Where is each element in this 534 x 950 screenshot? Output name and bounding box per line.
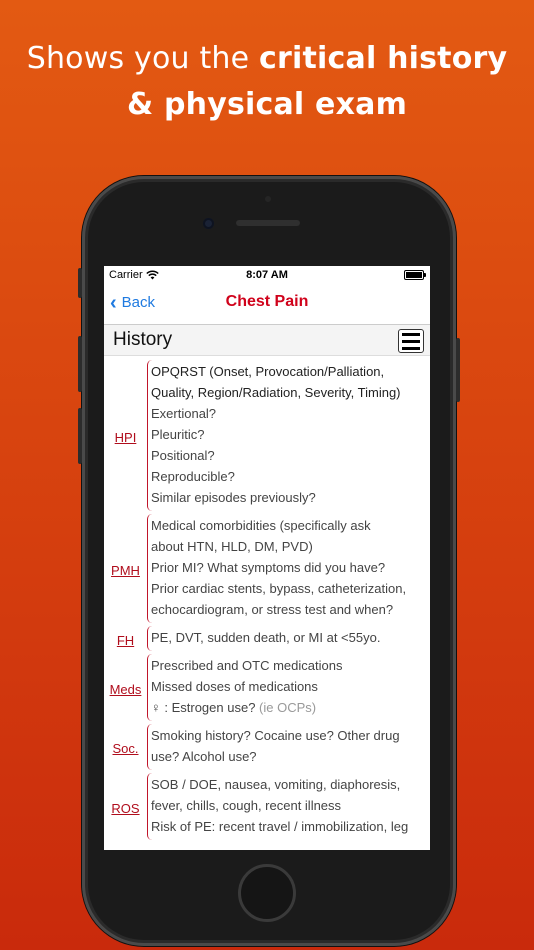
headline-regular-text: Shows you the — [26, 41, 260, 76]
category-content: OPQRST (Onset, Provocation/Palliation, Q… — [147, 360, 403, 511]
content-line: Similar episodes previously? — [151, 490, 316, 505]
promo-headline: Shows you the critical history & physica… — [0, 36, 534, 128]
content-line: Medical comorbidities (specifically ask — [151, 518, 371, 533]
status-time: 8:07 AM — [246, 269, 288, 281]
category-link-soc[interactable]: Soc. — [112, 741, 138, 756]
menu-bar-icon — [402, 346, 420, 350]
content-line: Smoking history? Cocaine use? Other drug — [151, 728, 400, 743]
content-line: Quality, Region/Radiation, Severity, Tim… — [151, 385, 401, 400]
list-item: HPI OPQRST (Onset, Provocation/Palliatio… — [104, 360, 430, 514]
front-camera — [203, 218, 214, 229]
content-line: Pleuritic? — [151, 427, 205, 442]
list-item: Meds Prescribed and OTC medications Miss… — [104, 654, 430, 724]
content-line: Prior MI? What symptoms did you have? — [151, 560, 386, 575]
content-line: Missed doses of medications — [151, 679, 318, 694]
category-content: Prescribed and OTC medications Missed do… — [147, 654, 344, 721]
content-line: OPQRST (Onset, Provocation/Palliation, — [151, 364, 385, 379]
volume-up-button — [78, 336, 82, 392]
content-line: Prior cardiac stents, bypass, catheteriz… — [151, 581, 407, 596]
power-button — [456, 338, 460, 402]
hamburger-menu-button[interactable] — [398, 329, 424, 353]
earpiece-speaker — [236, 220, 300, 226]
history-list: HPI OPQRST (Onset, Provocation/Palliatio… — [104, 356, 430, 843]
list-item: FH PE, DVT, sudden death, or MI at <55yo… — [104, 626, 430, 654]
navigation-bar: ‹ Back Chest Pain — [104, 284, 430, 325]
category-content: Medical comorbidities (specifically ask … — [147, 514, 408, 623]
battery-icon — [404, 270, 426, 280]
estrogen-text: : Estrogen use? — [160, 700, 260, 715]
category-link-meds[interactable]: Meds — [110, 682, 142, 697]
category-link-ros[interactable]: ROS — [111, 801, 139, 816]
section-title: History — [113, 329, 173, 350]
proximity-sensor — [265, 196, 271, 202]
page-title: Chest Pain — [225, 293, 309, 310]
category-cell: HPI — [104, 360, 147, 514]
category-link-pmh[interactable]: PMH — [111, 563, 140, 578]
list-item: Soc. Smoking history? Cocaine use? Other… — [104, 724, 430, 773]
content-line: echocardiogram, or stress test and when? — [151, 602, 394, 617]
content-line: Prescribed and OTC medications — [151, 658, 343, 673]
category-cell: Soc. — [104, 724, 147, 773]
content-line: Positional? — [151, 448, 215, 463]
list-item: PMH Medical comorbidities (specifically … — [104, 514, 430, 626]
category-content: Smoking history? Cocaine use? Other drug… — [147, 724, 402, 770]
female-symbol-icon: ♀ — [151, 700, 161, 715]
category-link-hpi[interactable]: HPI — [115, 430, 137, 445]
menu-bar-icon — [402, 339, 420, 343]
category-link-fh[interactable]: FH — [117, 633, 134, 648]
app-screen: Carrier 8:07 AM ‹ Back Chest Pain Histor… — [104, 266, 430, 850]
list-item: ROS SOB / DOE, nausea, vomiting, diaphor… — [104, 773, 430, 843]
category-content: SOB / DOE, nausea, vomiting, diaphoresis… — [147, 773, 410, 840]
volume-down-button — [78, 408, 82, 464]
status-bar: Carrier 8:07 AM — [104, 266, 430, 284]
category-cell: PMH — [104, 514, 147, 626]
estrogen-note: (ie OCPs) — [259, 700, 317, 715]
content-line: Reproducible? — [151, 469, 235, 484]
content-line: about HTN, HLD, DM, PVD) — [151, 539, 313, 554]
home-button[interactable] — [238, 864, 296, 922]
content-line: Exertional? — [151, 406, 217, 421]
category-content: PE, DVT, sudden death, or MI at <55yo. — [147, 626, 382, 651]
menu-bar-icon — [402, 332, 420, 336]
category-cell: ROS — [104, 773, 147, 843]
category-cell: Meds — [104, 654, 147, 724]
mute-switch — [78, 268, 82, 298]
content-line: fever, chills, cough, recent illness — [151, 798, 342, 813]
content-line: SOB / DOE, nausea, vomiting, diaphoresis… — [151, 777, 401, 792]
headline-line2: & physical exam — [126, 87, 408, 122]
headline-bold-text: critical history — [259, 41, 508, 76]
content-line: ♀ : Estrogen use? (ie OCPs) — [151, 697, 342, 718]
content-line: use? Alcohol use? — [151, 749, 257, 764]
content-line: PE, DVT, sudden death, or MI at <55yo. — [151, 630, 381, 645]
content-line: Risk of PE: recent travel / immobilizati… — [151, 819, 409, 834]
section-header: History — [104, 325, 430, 356]
category-cell: FH — [104, 626, 147, 654]
